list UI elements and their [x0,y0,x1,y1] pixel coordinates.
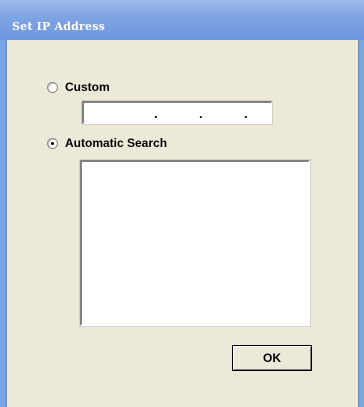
ok-button[interactable]: OK [232,345,312,371]
title-bar[interactable]: Set IP Address [0,0,364,40]
automatic-search-radio-button[interactable] [47,137,58,149]
automatic-search-radio-label: Automatic Search [65,136,168,150]
window-title: Set IP Address [12,20,105,33]
search-results-list[interactable] [80,160,310,326]
ip-separator-2: . [199,106,203,121]
ip-address-input[interactable]: . . . [82,101,272,124]
window-border-left [0,40,7,407]
window-border-right [358,40,364,407]
dialog-body: Custom . . . Automatic Search OK [7,40,358,407]
automatic-search-radio-option[interactable]: Automatic Search [47,136,167,150]
set-ip-address-dialog: Set IP Address Custom . . . Automatic Se… [0,0,364,407]
ip-separator-1: . [154,106,158,121]
custom-radio-button[interactable] [47,81,58,93]
custom-radio-label: Custom [65,80,110,94]
ip-separator-3: . [244,106,248,121]
custom-radio-option[interactable]: Custom [47,80,110,94]
